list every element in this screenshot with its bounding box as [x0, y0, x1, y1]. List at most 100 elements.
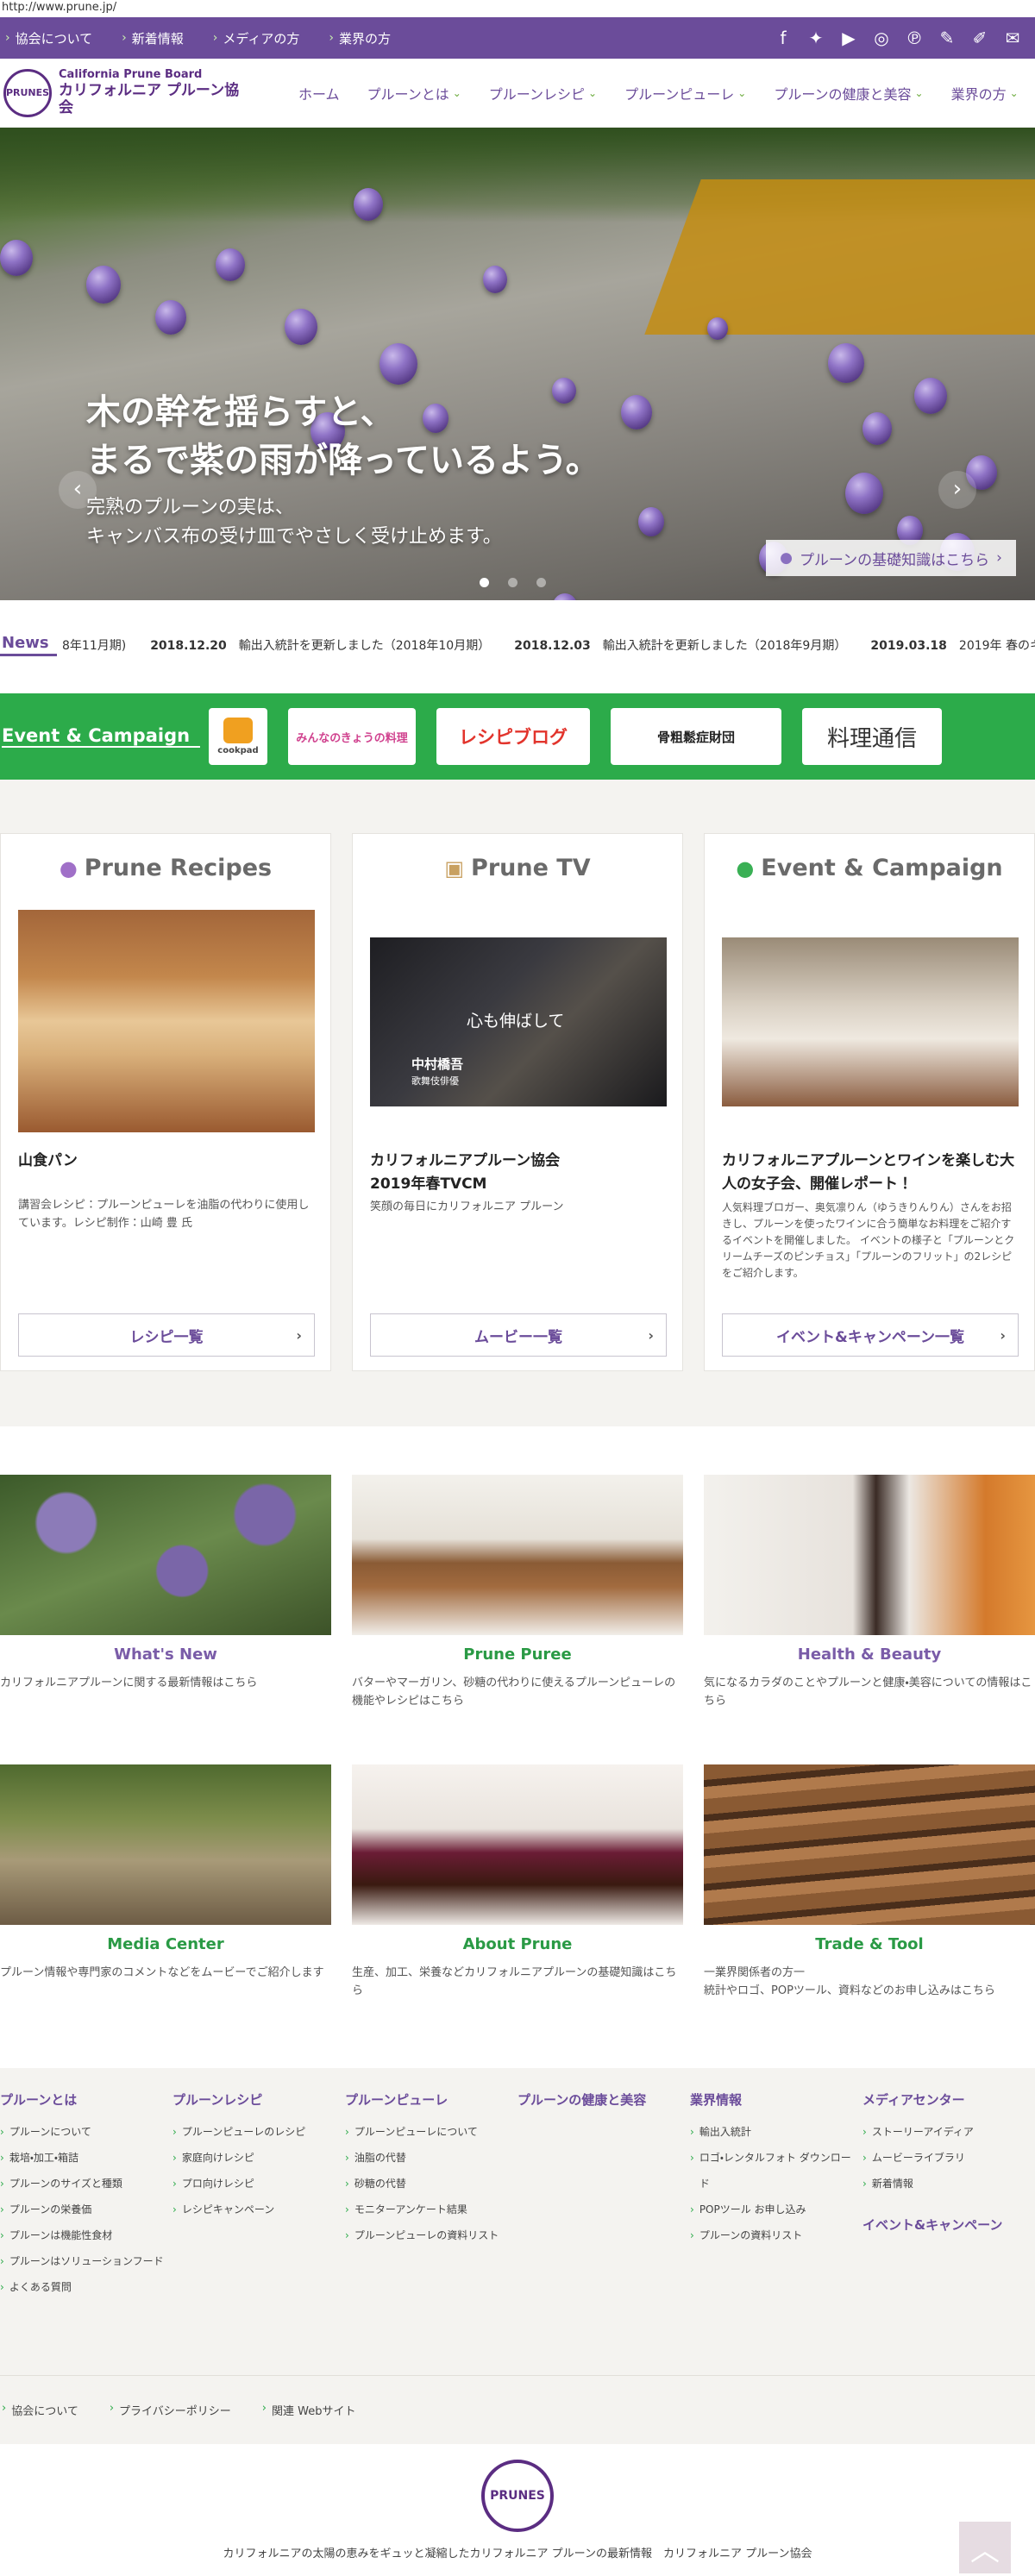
footer-link[interactable]: › プルーンの資料リスト — [690, 2222, 854, 2248]
news-item[interactable]: 2019.03.182019年 春のキャンペー — [870, 636, 1035, 654]
card-text: 笑顔の毎日にカリフォルニア プルーン — [370, 1200, 564, 1213]
util-link-news[interactable]: › 新着情報 — [122, 29, 184, 47]
footer-link[interactable]: › 家庭向けレシピ — [172, 2145, 336, 2171]
footer-link[interactable]: › プルーンはソリューションフード — [0, 2248, 164, 2274]
news-item[interactable]: 2018.12.03 輸出入統計を更新しました（2018年9月期） — [514, 636, 846, 654]
footer-link[interactable]: › プルーンピューレについて — [345, 2119, 509, 2145]
hero-dot-2[interactable] — [508, 578, 518, 587]
partner-ryori-tsushin[interactable]: 料理通信 — [802, 708, 942, 765]
util-link-industry[interactable]: › 業界の方 — [329, 29, 391, 47]
footer-link[interactable]: › プルーンのサイズと種類 — [0, 2171, 164, 2197]
card-heading[interactable]: カリフォルニアプルーンとワインを楽しむ大人の女子会、開催レポート！ — [722, 1150, 1019, 1196]
pinterest-icon[interactable]: ℗ — [904, 28, 925, 48]
hero-pagination — [480, 578, 546, 587]
tv-commercial-thumbnail[interactable]: 心も伸ばして 中村橋吾 歌舞伎俳優 — [370, 937, 667, 1106]
footer-link[interactable]: › プルーンピューレのレシピ — [172, 2119, 336, 2145]
footer-related-sites-link[interactable]: › 関連 Webサイト — [262, 2402, 356, 2418]
recipe-photo-bread[interactable] — [18, 910, 315, 1132]
card-heading[interactable]: カリフォルニアプルーン協会 2019年春TVCM — [370, 1150, 667, 1196]
nav-health[interactable]: プルーンの健康と美容 ⌄ — [760, 83, 937, 103]
partner-recipe-blog[interactable]: レシピブログ — [436, 708, 590, 765]
site-logo[interactable]: PRUNES California Prune Board カリフォルニア プル… — [0, 68, 250, 117]
hero-next-arrow[interactable]: › — [938, 471, 976, 509]
pen-icon[interactable]: ✐ — [969, 28, 990, 48]
plum — [285, 309, 317, 345]
util-link-media[interactable]: › メディアの方 — [213, 29, 300, 47]
footer-link[interactable]: › プルーンは機能性食材 — [0, 2222, 164, 2248]
blog-icon[interactable]: ✎ — [937, 28, 957, 48]
footer-link[interactable]: › プロ向けレシピ — [172, 2171, 336, 2197]
partner-cookpad[interactable]: cookpad — [209, 708, 267, 765]
partner-osteoporosis-foundation[interactable]: 骨粗鬆症財団 — [611, 708, 781, 765]
plum — [621, 395, 652, 429]
news-item[interactable]: 8年11月期) — [62, 636, 126, 654]
footer-link[interactable]: › プルーンについて — [0, 2119, 164, 2145]
address-bar[interactable]: http://www.prune.jp/ — [0, 0, 1035, 17]
footer-link[interactable]: › プルーンピューレの資料リスト — [345, 2222, 509, 2248]
footer-link[interactable]: › 新着情報 — [862, 2171, 1035, 2197]
news-item[interactable]: 2018.12.20 輸出入統計を更新しました（2018年10月期） — [150, 636, 490, 654]
footer-link[interactable]: › POPツール お申し込み — [690, 2197, 854, 2222]
tile-media-center[interactable]: Media Center プルーン情報や専門家のコメントなどをムービーでご紹介し… — [0, 1764, 331, 1982]
footer-link[interactable]: › 油脂の代替 — [345, 2145, 509, 2171]
tile-trade-tool[interactable]: Trade & Tool 一業界関係者の方一 統計やロゴ、POPツール、資料など… — [704, 1764, 1035, 2000]
instagram-icon[interactable]: ◎ — [871, 28, 892, 48]
twitter-icon[interactable]: ✦ — [806, 28, 826, 48]
card-heading[interactable]: 山食パン — [18, 1150, 315, 1173]
nav-about-prune[interactable]: プルーンとは ⌄ — [354, 83, 475, 103]
tile-whats-new[interactable]: What's New カリフォルニアプルーンに関する最新情報はこちら — [0, 1475, 331, 1692]
chevron-right-icon: › — [1000, 1326, 1006, 1344]
site-header: PRUNES California Prune Board カリフォルニア プル… — [0, 59, 1035, 128]
hero-tarp — [644, 179, 1035, 335]
chevron-up-icon: ︿ — [970, 2533, 1000, 2568]
movie-list-button[interactable]: ムービー一覧 › — [370, 1313, 667, 1357]
footer-logo[interactable]: PRUNES — [481, 2460, 554, 2532]
card-title: ● Event & Campaign — [736, 855, 1003, 881]
plum — [638, 507, 664, 536]
recipe-list-button[interactable]: レシピ一覧 › — [18, 1313, 315, 1357]
news-label[interactable]: News — [0, 634, 57, 656]
tile-image — [352, 1764, 683, 1925]
nav-home[interactable]: ホーム — [285, 83, 354, 103]
tile-image — [352, 1475, 683, 1635]
tile-prune-puree[interactable]: Prune Puree バターやマーガリン、砂糖の代わりに使えるプルーンピューレ… — [352, 1475, 683, 1710]
event-list-button[interactable]: イベント&キャンペーン一覧 › — [722, 1313, 1019, 1357]
footer-link[interactable]: › ムービーライブラリ — [862, 2145, 1035, 2171]
youtube-icon[interactable]: ▶ — [838, 28, 859, 48]
footer-link[interactable]: › よくある質問 — [0, 2274, 164, 2300]
footer-link[interactable]: › ロゴ・レンタルフォト ダウンロード — [690, 2145, 854, 2197]
tile-about-prune[interactable]: About Prune 生産、加工、栄養などカリフォルニアプルーンの基礎知識はこ… — [352, 1764, 683, 2000]
card-text: 講習会レシピ：プルーンピューレを油脂の代わりに使用しています。レシピ制作：山崎 … — [18, 1199, 310, 1230]
facebook-icon[interactable]: f — [773, 28, 794, 48]
card-title: ▣ Prune TV — [444, 855, 591, 881]
footer-link[interactable]: › 輸出入統計 — [690, 2119, 854, 2145]
nav-industry[interactable]: 業界の方 ⌄ — [938, 83, 1032, 103]
util-link-about[interactable]: › 協会について — [5, 29, 92, 47]
event-band-title[interactable]: Event & Campaign — [2, 725, 200, 748]
footer-link[interactable]: › 砂糖の代替 — [345, 2171, 509, 2197]
partner-minna-no-kyou-no-ryouri[interactable]: みんなのきょうの料理 — [288, 708, 416, 765]
footer-link[interactable]: › レシピキャンペーン — [172, 2197, 336, 2222]
footer-privacy-link[interactable]: › プライバシーポリシー — [110, 2402, 231, 2418]
hero-dot-3[interactable] — [536, 578, 546, 587]
footer-link[interactable]: › プルーンの栄養価 — [0, 2197, 164, 2222]
chevron-right-icon: › — [122, 31, 127, 45]
hero-cta-button[interactable]: ● プルーンの基礎知識はこちら › — [766, 540, 1016, 576]
plum — [845, 473, 883, 514]
mail-icon[interactable]: ✉ — [1002, 28, 1023, 48]
card-prune-recipes: ● Prune Recipes 山食パン 講習会レシピ：プルーンピューレを油脂の代… — [0, 833, 331, 1371]
plum — [483, 266, 507, 293]
hero-dot-1[interactable] — [480, 578, 489, 587]
event-photo-wine[interactable] — [722, 937, 1019, 1106]
back-to-top-button[interactable]: ︿ — [959, 2522, 1011, 2573]
footer-col-health: プルーンの健康と美容 — [518, 2092, 647, 2108]
footer-link[interactable]: › ストーリーアイディア — [862, 2119, 1035, 2145]
nav-puree[interactable]: プルーンピューレ ⌄ — [611, 83, 760, 103]
footer-sitemap: プルーンとは › プルーンについて › 栽培・加工・箱詰 › プルーンのサイズと種類 … — [0, 2068, 1035, 2379]
footer-about-link[interactable]: › 協会について — [2, 2402, 78, 2418]
nav-recipes[interactable]: プルーンレシピ ⌄ — [475, 83, 611, 103]
footer-link[interactable]: › モニターアンケート結果 — [345, 2197, 509, 2222]
footer-bottom-links: › 協会について › プライバシーポリシー › 関連 Webサイト — [0, 2375, 1035, 2444]
footer-link[interactable]: › 栽培・加工・箱詰 — [0, 2145, 164, 2171]
tile-health-beauty[interactable]: Health & Beauty 気になるカラダのことやプルーンと健康・美容につい… — [704, 1475, 1035, 1710]
